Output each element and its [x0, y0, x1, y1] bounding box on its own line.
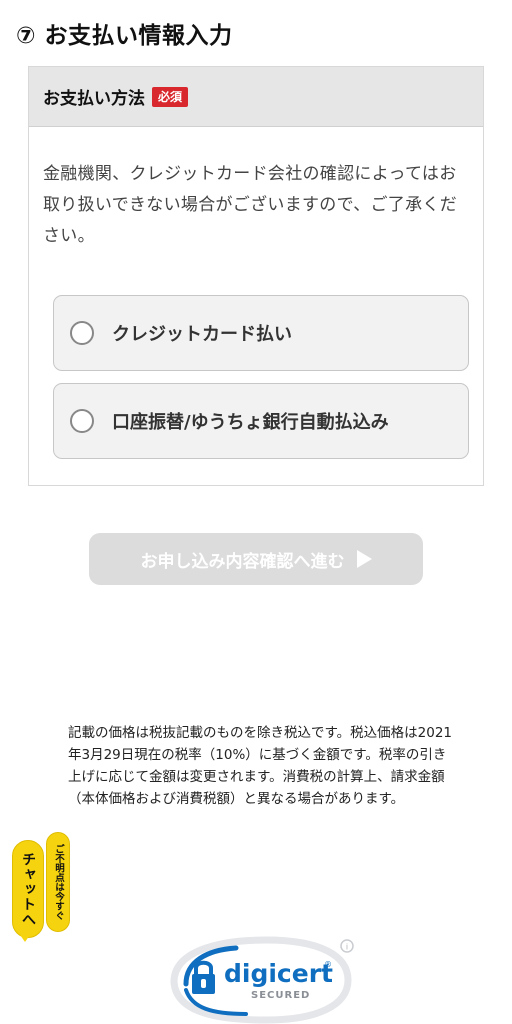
seal-brand: digicert — [224, 959, 333, 988]
chat-sub-label: ご不明点は今すぐ — [53, 844, 64, 920]
bank-transfer-option[interactable]: 口座振替/ゆうちょ銀行自動払込み — [53, 383, 469, 459]
credit-card-option[interactable]: クレジットカード払い — [53, 295, 469, 371]
panel-header: お支払い方法 必須 — [29, 67, 483, 127]
info-icon[interactable]: i — [340, 939, 354, 953]
info-mark: i — [346, 943, 348, 952]
confirm-button-label: お申し込み内容確認へ進む — [140, 551, 345, 572]
option-label: 口座振替/ゆうちょ銀行自動払込み — [112, 412, 389, 433]
lock-icon — [192, 960, 215, 994]
speech-bubble-tail-icon — [18, 932, 32, 942]
tax-note: 記載の価格は税抜記載のものを除き税込です。税込価格は2021年3月29日現在の税… — [68, 725, 453, 807]
payment-method-title: お支払い方法 — [43, 89, 145, 109]
chat-sub-pill[interactable]: ご不明点は今すぐ — [46, 832, 70, 932]
payment-method-panel: お支払い方法 必須 金融機関、クレジットカード会社の確認によってはお取り扱いでき… — [28, 66, 484, 486]
seal-status: SECURED — [251, 990, 310, 1001]
required-badge: 必須 — [152, 86, 189, 107]
section-title: ⑦ お支払い情報入力 — [16, 23, 233, 49]
option-label: クレジットカード払い — [112, 324, 292, 345]
chat-main-label: チャットへ — [20, 851, 36, 927]
seal-registered-mark: ® — [324, 960, 332, 969]
play-arrow-icon — [356, 550, 372, 568]
digicert-seal[interactable]: digicert ® SECURED i — [156, 934, 356, 1024]
confirm-order-button[interactable]: お申し込み内容確認へ進む — [89, 533, 423, 585]
payment-notice: 金融機関、クレジットカード会社の確認によってはお取り扱いできない場合がございます… — [43, 164, 458, 246]
radio-button[interactable] — [70, 321, 94, 345]
chat-tab[interactable]: チャットへ ご不明点は今すぐ — [12, 832, 74, 944]
radio-button[interactable] — [70, 409, 94, 433]
chat-main-pill[interactable]: チャットへ — [12, 840, 44, 938]
